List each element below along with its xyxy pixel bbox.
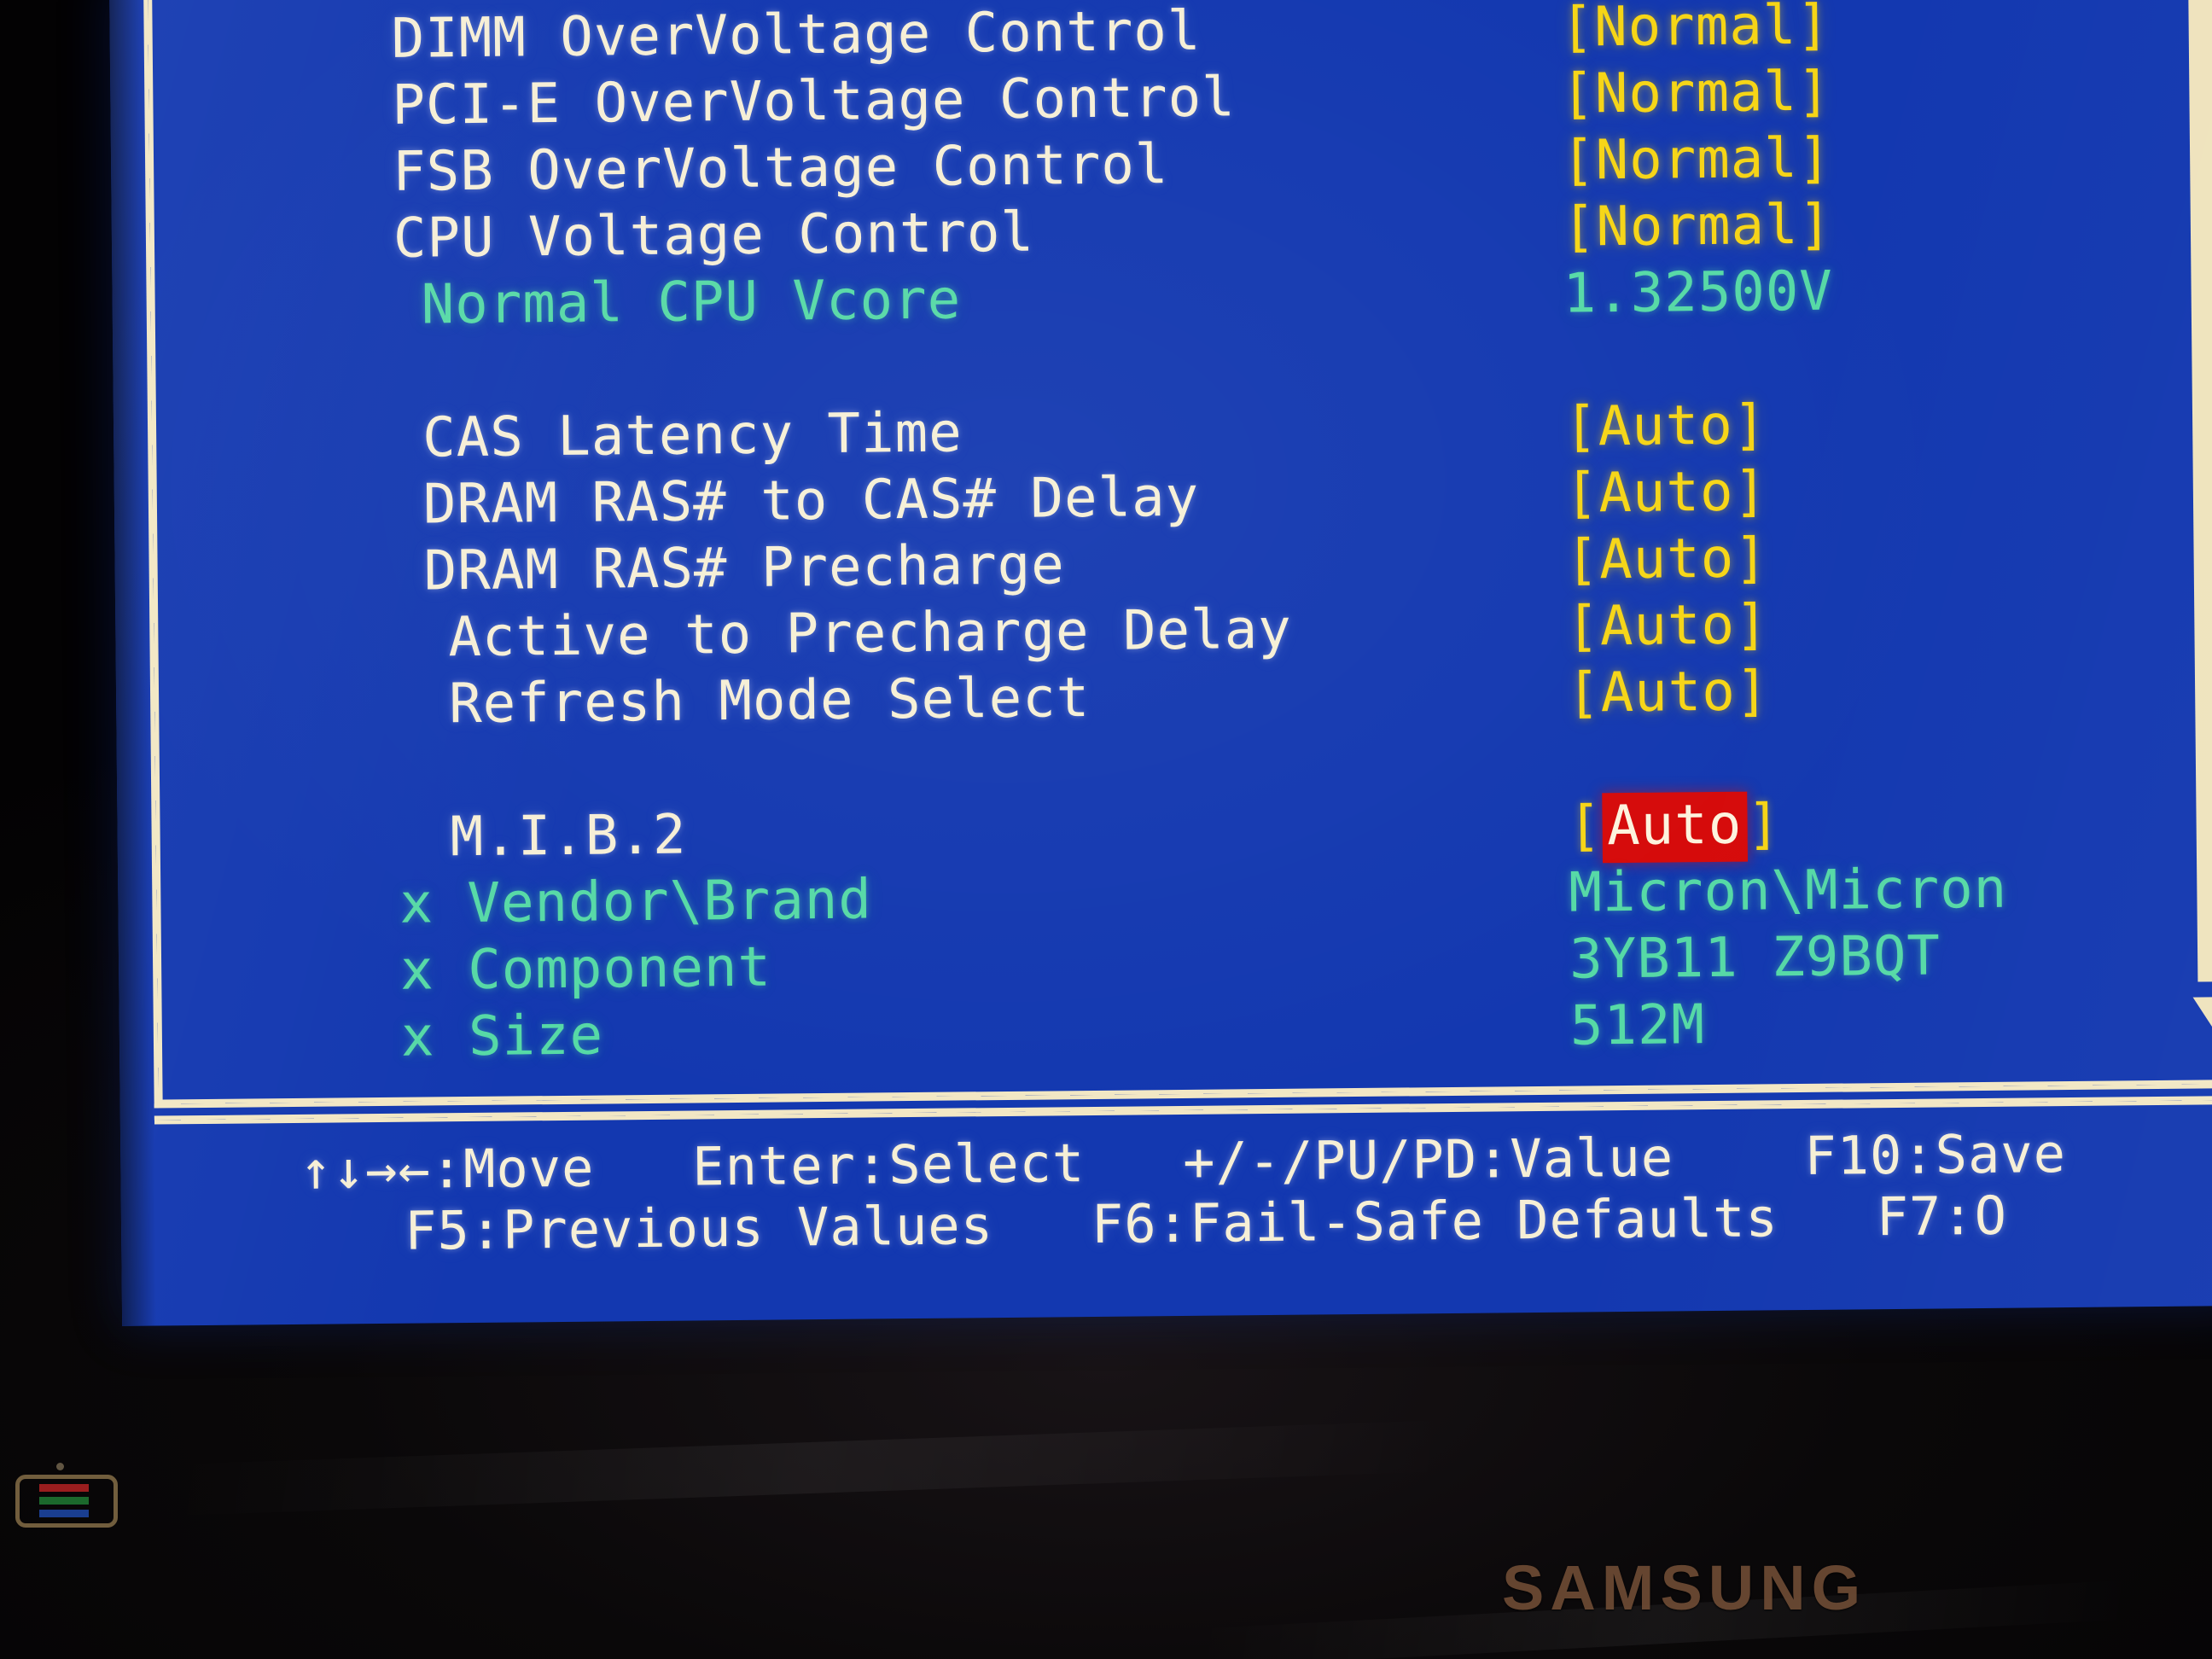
bios-option-label: FSB OverVoltage Control [392, 133, 1169, 204]
bios-option-label: x Component [399, 935, 772, 1003]
bios-option-value[interactable]: [Auto] [1564, 393, 1767, 458]
selected-value-highlight[interactable]: Auto [1601, 791, 1748, 864]
bios-option-label: x Vendor\Brand [399, 868, 873, 936]
bios-option-label: CAS Latency Time [422, 401, 963, 470]
led-badge-stripe-red [39, 1484, 89, 1492]
bios-option-value[interactable]: [Normal] [1563, 194, 1833, 259]
bios-option-value[interactable]: 1.32500V [1563, 260, 1833, 326]
bios-option-value[interactable]: [Normal] [1560, 0, 1831, 60]
bios-option-value[interactable]: [Normal] [1561, 61, 1831, 126]
led-badge-stripe-green [39, 1497, 89, 1505]
value-bracket-close: ] [1746, 793, 1782, 857]
help-bar: ↑↓→←:Move Enter:Select +/-/PU/PD:Value F… [154, 1095, 2212, 1283]
bios-option-label: Active to Precharge Delay [448, 597, 1293, 670]
bios-screen: DIMM OverVoltage Control [Normal] PCI-E Ov… [109, 0, 2212, 1326]
bios-option-label: DRAM RAS# to CAS# Delay [422, 465, 1200, 537]
bios-option-label: x Size [400, 1004, 604, 1069]
bios-option-value[interactable]: [Auto] [1567, 660, 1770, 725]
led-badge-stripe-blue [39, 1510, 89, 1517]
led-badge-icon [15, 1475, 118, 1528]
bios-option-value[interactable]: Micron\Micron [1569, 858, 2008, 925]
bios-option-value-selected[interactable]: [Auto] [1568, 791, 1782, 864]
bios-option-label: Refresh Mode Select [448, 667, 1091, 736]
scroll-down-arrow-icon[interactable] [2192, 997, 2212, 1028]
bios-option-value[interactable]: [Auto] [1565, 460, 1768, 525]
bios-option-label: Normal CPU Vcore [421, 268, 962, 337]
value-bracket-open: [ [1568, 795, 1603, 859]
bios-option-label: M.I.B.2 [450, 803, 687, 870]
bios-option-label: DRAM RAS# Precharge [423, 533, 1066, 603]
bios-option-label: CPU Voltage Control [393, 201, 1035, 271]
bezel-power-dot [56, 1463, 64, 1470]
bios-option-value[interactable]: [Auto] [1565, 527, 1768, 591]
monitor-photograph: DIMM OverVoltage Control [Normal] PCI-E Ov… [0, 0, 2212, 1659]
bios-option-label: DIMM OverVoltage Control [391, 0, 1202, 71]
monitor-brand-logo: SAMSUNG [1502, 1552, 1867, 1623]
bios-option-value[interactable]: 512M [1570, 993, 1706, 1058]
bios-option-value[interactable]: [Auto] [1566, 593, 1769, 658]
bios-option-value[interactable]: [Normal] [1562, 127, 1832, 193]
bios-option-label: PCI-E OverVoltage Control [392, 66, 1237, 137]
bios-option-value[interactable]: 3YB11 Z9BQT [1569, 924, 1941, 991]
